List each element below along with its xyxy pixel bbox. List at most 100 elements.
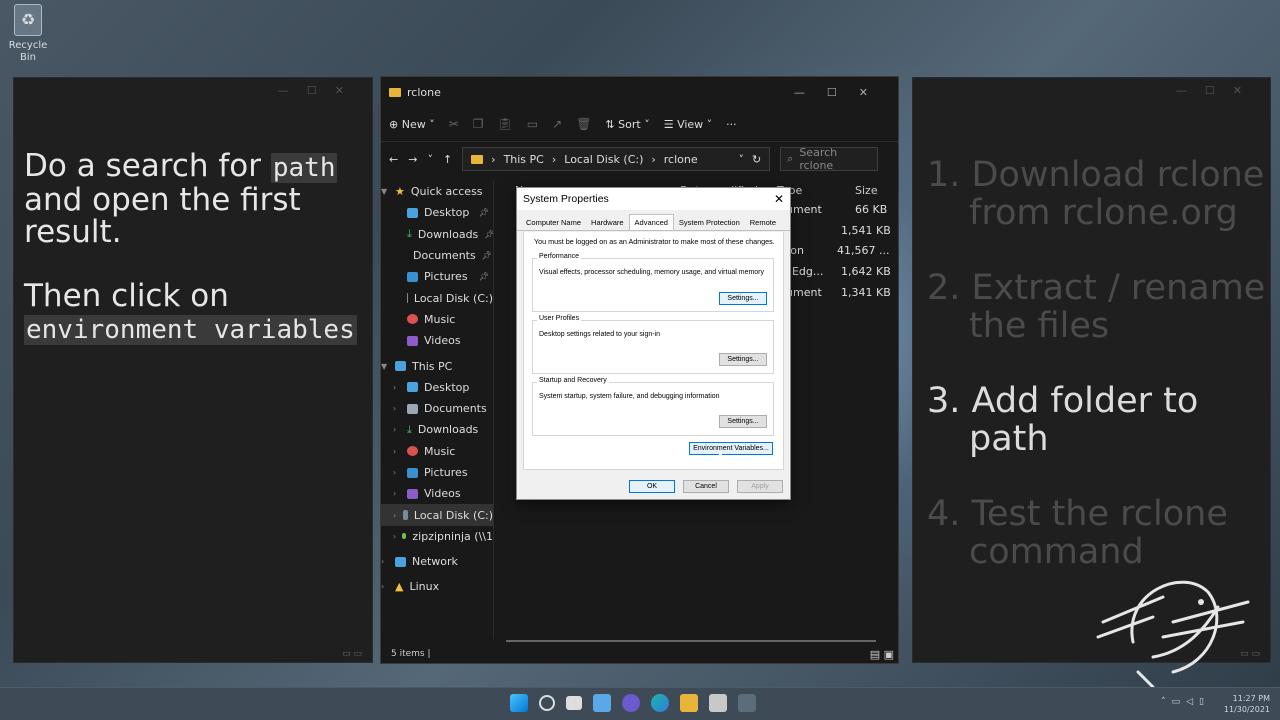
breadcrumb-sep: › [551, 152, 557, 166]
panel-view-icons: ▭ ▭ [1240, 649, 1260, 659]
close-icon[interactable]: ✕ [774, 192, 784, 206]
recent-chevron-icon[interactable]: ˅ [427, 153, 433, 166]
performance-settings-button[interactable]: Settings... [719, 292, 767, 305]
breadcrumb-rclone[interactable]: rclone [664, 153, 698, 166]
highlight-env-vars: environment variables [24, 315, 357, 345]
nav-quick-documents[interactable]: Documents 📌︎ [381, 245, 493, 266]
nav-label: This PC [412, 359, 453, 373]
recycle-bin-icon: ♻ [14, 4, 42, 36]
details-view-icon[interactable]: ▤ [870, 648, 880, 661]
nav-pc-local-disk[interactable]: › Local Disk (C:) [381, 504, 493, 526]
steps-panel: —☐✕ 1. Download rclone from rclone.org 2.… [912, 77, 1271, 689]
instruction-text: Do a search for path and open the first … [24, 150, 369, 346]
tab-advanced[interactable]: Advanced [628, 214, 674, 230]
step-2-line1: 2. Extract / rename [927, 268, 1266, 308]
nav-quick-videos[interactable]: Videos [381, 330, 493, 351]
paste-icon[interactable]: 📋︎ [498, 117, 513, 131]
nav-quick-music[interactable]: Music [381, 309, 493, 330]
nav-network[interactable]: › Network [381, 551, 493, 572]
address-bar[interactable]: › This PC › Local Disk (C:) › rclone ˅ ↻ [462, 147, 771, 171]
system-properties-dialog: System Properties ✕ Computer Name Hardwa… [516, 187, 791, 500]
system-tray[interactable]: ˄▭◁▯ [1161, 697, 1210, 707]
nav-quick-desktop[interactable]: Desktop 📌︎ [381, 202, 493, 223]
startup-recovery-group: Startup and Recovery System startup, sys… [532, 377, 774, 436]
view-button[interactable]: ☰ View ˅ [664, 118, 712, 131]
delete-icon[interactable]: 🗑︎ [576, 117, 591, 131]
copy-icon[interactable]: ❐ [473, 117, 484, 131]
desktop-icon [407, 382, 418, 393]
apply-button[interactable]: Apply [737, 480, 783, 493]
nav-pc-downloads[interactable]: › ⤓ Downloads [381, 419, 493, 440]
startup-settings-button[interactable]: Settings... [719, 415, 767, 428]
edge-icon[interactable] [651, 694, 669, 712]
address-dropdown-icon[interactable]: ˅ [738, 153, 744, 166]
nav-quick-pictures[interactable]: Pictures 📌︎ [381, 266, 493, 287]
chevron-right-icon: › [393, 531, 397, 541]
steps-list: 1. Download rclone from rclone.org 2. Ext… [927, 156, 1267, 608]
tab-computer-name[interactable]: Computer Name [521, 216, 586, 230]
pin-icon: 📌︎ [478, 272, 489, 282]
nav-linux[interactable]: › ▲ Linux [381, 576, 493, 597]
search-icon[interactable] [539, 695, 555, 711]
user-profiles-settings-button[interactable]: Settings... [719, 353, 767, 366]
task-view-icon[interactable] [566, 696, 582, 710]
nav-quick-local-disk[interactable]: Local Disk (C:) [381, 287, 493, 308]
chat-icon[interactable] [622, 694, 640, 712]
rename-icon[interactable]: ▭ [527, 117, 538, 131]
nav-pc-videos[interactable]: › Videos [381, 483, 493, 504]
new-button[interactable]: ⊕ New ˅ [389, 118, 435, 131]
window-controls[interactable]: —☐✕ [794, 86, 890, 99]
up-arrow-icon[interactable]: ↑ [443, 153, 452, 166]
widgets-icon[interactable] [593, 694, 611, 712]
clock[interactable]: 11:27 PM 11/30/2021 [1224, 693, 1270, 715]
nav-pc-documents[interactable]: › Documents [381, 398, 493, 419]
search-box[interactable]: ⌕ Search rclone [780, 146, 879, 172]
store-icon[interactable] [709, 694, 727, 712]
nav-quick-downloads[interactable]: ⤓ Downloads 📌︎ [381, 224, 493, 245]
chevron-up-icon[interactable]: ˄ [1161, 697, 1172, 707]
settings-gear-icon[interactable] [738, 694, 756, 712]
start-icon[interactable] [510, 694, 528, 712]
volume-icon[interactable]: ◁ [1186, 697, 1199, 707]
tab-system-protection[interactable]: System Protection [674, 216, 745, 230]
breadcrumb-local-disk[interactable]: Local Disk (C:) [564, 153, 643, 166]
sort-button[interactable]: ⇅ Sort ˅ [605, 118, 649, 131]
ok-button[interactable]: OK [629, 480, 675, 493]
share-icon[interactable]: ↗ [552, 117, 562, 131]
nav-pc-desktop[interactable]: › Desktop [381, 377, 493, 398]
refresh-icon[interactable]: ↻ [752, 153, 761, 166]
cancel-button[interactable]: Cancel [683, 480, 729, 493]
nav-label: Documents [413, 249, 476, 263]
step-4: 4. Test the rclone command [927, 495, 1267, 571]
status-bar: 5 items | [391, 649, 431, 659]
recycle-bin[interactable]: ♻ Recycle Bin [8, 4, 48, 64]
nav-pc-pictures[interactable]: › Pictures [381, 462, 493, 483]
more-options-button[interactable]: ··· [726, 118, 737, 131]
admin-note: You must be logged on as an Administrato… [534, 237, 775, 246]
file-explorer-icon[interactable] [680, 694, 698, 712]
environment-variables-button[interactable]: Environment Variables... [689, 442, 773, 455]
col-size[interactable]: Size [855, 184, 878, 197]
view-toggle[interactable]: ▤ ▣ [870, 648, 894, 661]
nav-this-pc[interactable]: ▼ This PC [381, 355, 493, 376]
tab-remote[interactable]: Remote [745, 216, 781, 230]
cut-icon[interactable]: ✂ [449, 117, 459, 131]
forward-arrow-icon[interactable]: → [408, 153, 417, 166]
step-1-line2: from rclone.org [969, 193, 1238, 233]
breadcrumb-this-pc[interactable]: This PC [504, 153, 544, 166]
instruction-line1: Do a search for [24, 148, 271, 184]
nav-pc-network-drive[interactable]: › zipzipninja (\\1 [381, 526, 493, 547]
folder-icon [389, 87, 401, 97]
tab-hardware[interactable]: Hardware [586, 216, 629, 230]
network-icon[interactable]: ▭ [1172, 697, 1187, 707]
file-size: 1,541 KB [841, 223, 891, 237]
nav-label: Pictures [424, 270, 468, 284]
nav-label: Downloads [417, 227, 479, 241]
battery-icon[interactable]: ▯ [1199, 697, 1210, 707]
tiles-view-icon[interactable]: ▣ [884, 648, 894, 661]
nav-quick-access[interactable]: ▼ ★ Quick access [381, 181, 493, 202]
back-arrow-icon[interactable]: ← [389, 153, 398, 166]
nav-pc-music[interactable]: › Music [381, 441, 493, 462]
horizontal-scrollbar[interactable] [506, 640, 876, 642]
explorer-titlebar: rclone —☐✕ [381, 77, 898, 107]
